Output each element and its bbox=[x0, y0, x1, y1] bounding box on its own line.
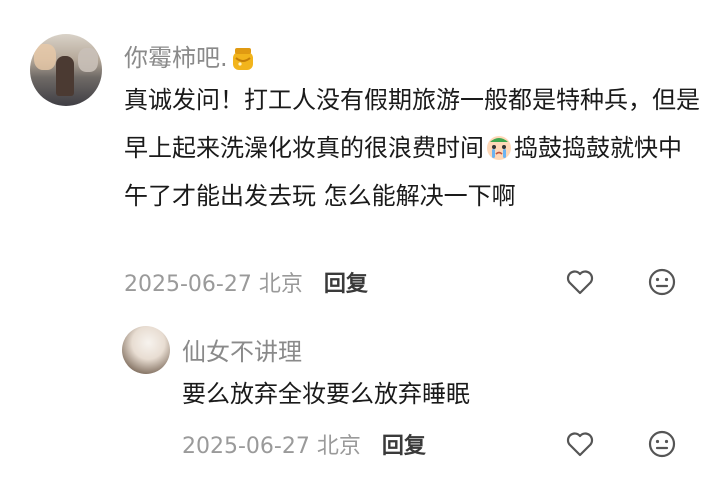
crying-face-icon bbox=[487, 136, 511, 160]
comment-text: 真诚发问！打工人没有假期旅游一般都是特种兵，但是早上起来洗澡化妆真的很浪费时间 … bbox=[124, 86, 700, 210]
reply-button[interactable]: 回复 bbox=[382, 434, 426, 459]
heart-icon[interactable] bbox=[564, 428, 596, 460]
reply-button[interactable]: 回复 bbox=[324, 272, 368, 297]
comment-meta: 2025-06-27 北京 回复 bbox=[182, 428, 426, 460]
heart-icon[interactable] bbox=[564, 266, 596, 298]
neutral-face-icon[interactable] bbox=[646, 266, 678, 298]
comment-username[interactable]: 仙女不讲理 bbox=[182, 332, 302, 367]
comment-date: 2025-06-27 bbox=[124, 272, 252, 297]
comment-meta: 2025-06-27 北京 回复 bbox=[124, 266, 368, 298]
avatar[interactable] bbox=[30, 34, 102, 106]
comment-username[interactable]: 你霉柿吧. bbox=[124, 38, 256, 73]
neutral-face-icon[interactable] bbox=[646, 428, 678, 460]
username-text[interactable]: 你霉柿吧. bbox=[124, 44, 228, 72]
comment-location: 北京 bbox=[316, 434, 361, 459]
avatar[interactable] bbox=[122, 326, 170, 374]
comment-location: 北京 bbox=[258, 272, 303, 297]
honey-jar-icon bbox=[232, 48, 253, 70]
comment-date: 2025-06-27 bbox=[182, 434, 310, 459]
comment-text: 要么放弃全妆要么放弃睡眠 bbox=[182, 380, 470, 408]
